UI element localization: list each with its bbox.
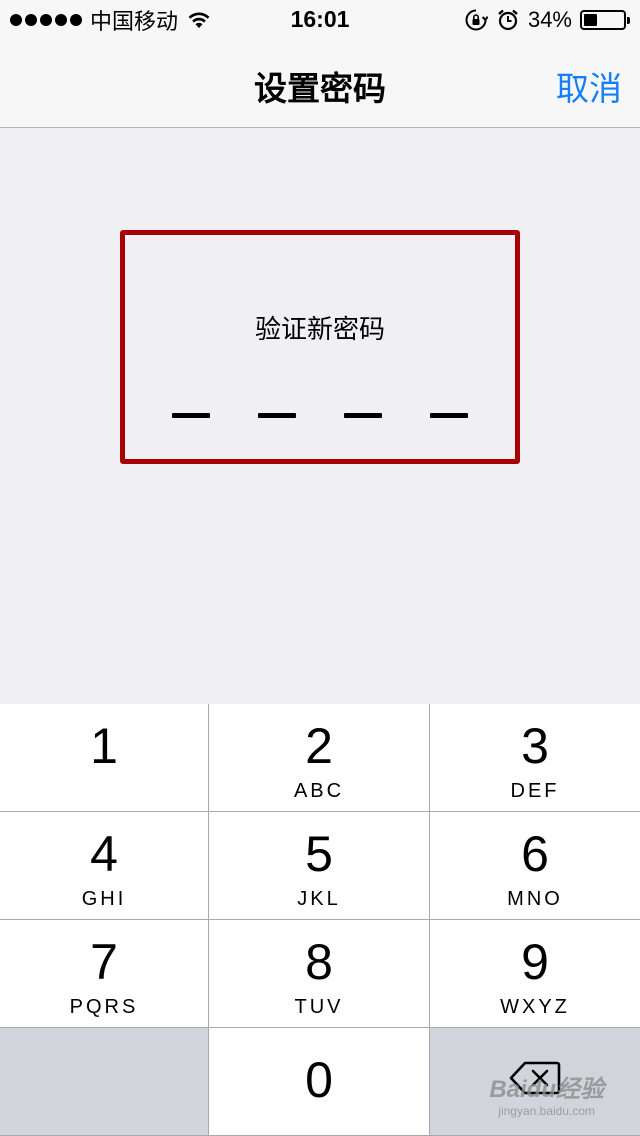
delete-button[interactable] [430, 1028, 640, 1136]
key-digit: 9 [521, 934, 549, 990]
passcode-slot [172, 413, 210, 418]
key-digit: 6 [521, 826, 549, 882]
passcode-slot [430, 413, 468, 418]
key-9[interactable]: 9 WXYZ [430, 920, 640, 1028]
key-letters: WXYZ [500, 996, 570, 1018]
key-letters: DEF [510, 780, 560, 802]
cancel-button[interactable]: 取消 [556, 62, 622, 110]
passcode-slots [125, 413, 515, 418]
numeric-keypad: 1 2 ABC 3 DEF 4 GHI 5 JKL 6 MNO 7 PQRS 8… [0, 704, 640, 1136]
passcode-screen: 中国移动 16:01 34% 设置密码 取消 验证新密码 1 2 ABC 3 D… [0, 0, 640, 1136]
key-digit: 2 [305, 718, 333, 774]
key-3[interactable]: 3 DEF [430, 704, 640, 812]
key-letters: MNO [507, 888, 563, 910]
key-6[interactable]: 6 MNO [430, 812, 640, 920]
keypad-blank [0, 1028, 209, 1136]
key-8[interactable]: 8 TUV [209, 920, 430, 1028]
key-digit: 3 [521, 718, 549, 774]
battery-icon [580, 10, 630, 30]
backspace-icon [509, 1061, 561, 1094]
passcode-prompt: 验证新密码 [254, 314, 385, 344]
status-right: 34% [464, 6, 630, 34]
passcode-slot [344, 413, 382, 418]
key-5[interactable]: 5 JKL [209, 812, 430, 920]
key-digit: 7 [90, 934, 118, 990]
page-title: 设置密码 [254, 70, 386, 107]
key-1[interactable]: 1 [0, 704, 209, 812]
key-7[interactable]: 7 PQRS [0, 920, 209, 1028]
key-digit: 0 [305, 1052, 333, 1108]
key-digit: 8 [305, 934, 333, 990]
status-bar: 中国移动 16:01 34% [0, 0, 640, 40]
battery-percent: 34% [527, 7, 572, 32]
rotation-lock-icon [465, 9, 488, 31]
passcode-entry-highlight: 验证新密码 [120, 230, 520, 464]
key-digit: 4 [90, 826, 118, 882]
key-2[interactable]: 2 ABC [209, 704, 430, 812]
key-digit: 5 [305, 826, 333, 882]
passcode-slot [258, 413, 296, 418]
battery-level-fill [584, 14, 597, 26]
navigation-bar: 设置密码 取消 [0, 40, 640, 128]
key-letters: TUV [294, 996, 344, 1018]
key-digit: 1 [90, 718, 118, 774]
alarm-icon [498, 9, 518, 31]
key-letters: ABC [293, 780, 345, 802]
key-letters: GHI [81, 888, 127, 910]
key-4[interactable]: 4 GHI [0, 812, 209, 920]
key-0[interactable]: 0 [209, 1028, 430, 1136]
key-letters: PQRS [69, 996, 139, 1018]
key-letters: JKL [297, 888, 341, 910]
